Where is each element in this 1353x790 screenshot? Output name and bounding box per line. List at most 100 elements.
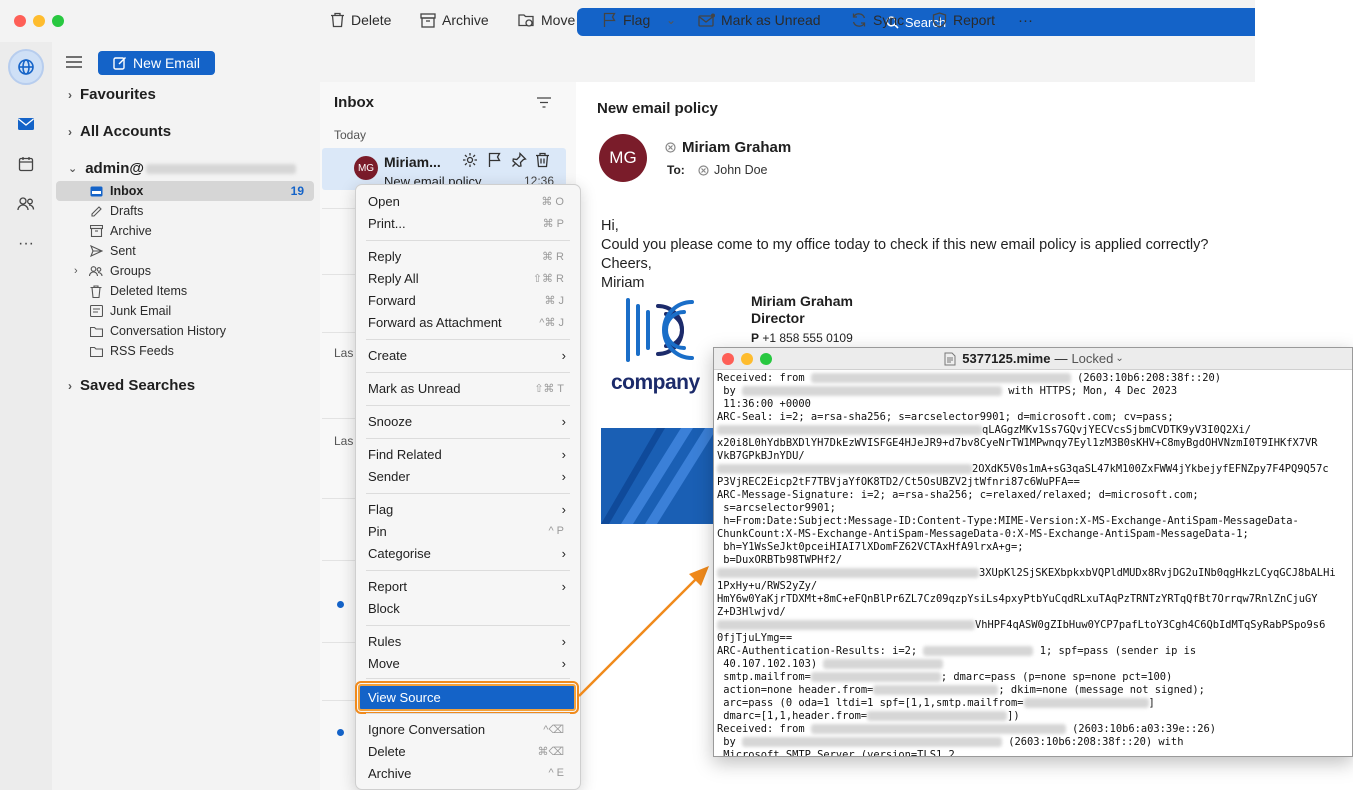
menu-item-view-source[interactable]: View Source <box>355 681 579 714</box>
shield-icon <box>932 12 947 28</box>
unread-dot <box>337 601 344 608</box>
menu-label: View Source <box>368 690 441 705</box>
menu-item-create[interactable]: Create › <box>368 345 568 365</box>
trash-icon[interactable] <box>535 152 550 171</box>
menu-item-rules[interactable]: Rules › <box>368 631 568 651</box>
more-apps-icon[interactable]: ··· <box>8 226 44 262</box>
folder-conversation-history[interactable]: Conversation History <box>56 321 314 341</box>
globe-icon[interactable] <box>8 49 44 85</box>
saved-searches-section[interactable]: › Saved Searches <box>68 377 195 394</box>
move-button[interactable]: Move <box>518 10 575 30</box>
trash-icon <box>331 12 344 28</box>
all-accounts-section[interactable]: › All Accounts <box>68 123 171 140</box>
redacted <box>867 711 1008 721</box>
close-window-button[interactable] <box>722 353 734 365</box>
sync-icon <box>852 13 866 27</box>
minimize-window-button[interactable] <box>33 15 45 27</box>
flag-dropdown-chevron-icon[interactable]: ⌄ <box>666 10 676 30</box>
folder-drafts[interactable]: Drafts <box>56 201 314 221</box>
settings-gear-icon[interactable] <box>462 152 478 171</box>
menu-item-find-related[interactable]: Find Related › <box>368 444 568 464</box>
menu-item-delete[interactable]: Delete ⌘⌫ <box>368 741 568 761</box>
source-line: ; dkim=none (message not signed); <box>998 684 1205 696</box>
contact-status-icon <box>665 142 676 153</box>
menu-separator <box>366 678 570 679</box>
delete-button[interactable]: Delete <box>330 10 391 30</box>
menu-label: Mark as Unread <box>368 380 461 396</box>
menu-item-reply-all[interactable]: Reply All ⇧⌘ R <box>368 268 568 288</box>
folder-label: Deleted Items <box>110 284 188 298</box>
recipient[interactable]: John Doe <box>698 163 768 177</box>
favourites-section[interactable]: › Favourites <box>68 86 156 103</box>
menu-item-mark-as-unread[interactable]: Mark as Unread ⇧⌘ T <box>368 378 568 398</box>
menu-label: Rules <box>368 633 402 649</box>
shortcut: ⌘ J <box>544 294 564 307</box>
menu-separator <box>366 372 570 373</box>
menu-item-move[interactable]: Move › <box>368 653 568 673</box>
source-line: 1PxHy+u/RWS2yZy/ <box>717 580 818 592</box>
source-line: s=arcselector9901; <box>717 502 836 514</box>
menu-label: Ignore Conversation <box>368 721 486 737</box>
people-icon[interactable] <box>8 186 44 222</box>
menu-item-open[interactable]: Open ⌘ O <box>368 191 568 211</box>
menu-label: Report <box>368 578 408 594</box>
menu-item-sender[interactable]: Sender › <box>368 466 568 486</box>
pin-icon[interactable] <box>511 152 527 171</box>
source-line: by <box>717 736 743 748</box>
menu-item-reply[interactable]: Reply ⌘ R <box>368 246 568 266</box>
annotation-arrow <box>578 566 709 697</box>
redacted <box>810 672 941 682</box>
close-window-button[interactable] <box>14 15 26 27</box>
mail-icon[interactable] <box>8 106 44 142</box>
folder-groups[interactable]: › Groups <box>56 261 314 281</box>
zoom-window-button[interactable] <box>52 15 64 27</box>
menu-item-report[interactable]: Report › <box>368 576 568 596</box>
folder-deleted-items[interactable]: Deleted Items <box>56 281 314 301</box>
menu-item-forward-as-attachment[interactable]: Forward as Attachment ^⌘ J <box>368 312 568 332</box>
calendar-icon[interactable] <box>8 146 44 182</box>
archive-button[interactable]: Archive <box>420 10 489 30</box>
folder-sent[interactable]: Sent <box>56 241 314 261</box>
chevron-down-icon[interactable]: ⌄ <box>1115 353 1123 364</box>
folder-inbox[interactable]: Inbox 19 <box>56 181 314 201</box>
flag-button[interactable]: Flag <box>603 10 650 30</box>
zoom-window-button[interactable] <box>760 353 772 365</box>
folder-junk-email[interactable]: Junk Email <box>56 301 314 321</box>
menu-item-archive[interactable]: Archive ^ E <box>368 763 568 783</box>
shortcut: ⇧⌘ R <box>532 272 564 285</box>
flag-icon[interactable] <box>488 152 502 171</box>
source-line: Microsoft SMTP Server (version=TLS1_2, <box>717 749 961 757</box>
report-button[interactable]: Report <box>932 10 995 30</box>
menu-item-ignore-conversation[interactable]: Ignore Conversation ^⌫ <box>368 719 568 739</box>
source-line: ARC-Message-Signature: i=2; a=rsa-sha256… <box>717 489 1199 501</box>
menu-item-flag[interactable]: Flag › <box>368 499 568 519</box>
locked-status[interactable]: Locked <box>1071 351 1113 366</box>
filter-icon[interactable] <box>537 96 551 111</box>
source-line: VhHPF4qASW0gZIbHuw0YCP7pafLtoY3Cgh4C6QbI… <box>975 619 1326 631</box>
menu-item-block[interactable]: Block <box>368 598 568 618</box>
mark-unread-button[interactable]: Mark as Unread <box>698 10 821 30</box>
source-line: b=DuxORBTb98TWPHf2/ <box>717 554 843 566</box>
more-actions-button[interactable]: ··· <box>1018 10 1033 30</box>
source-line: qLAGgzMKv1Ss7GQvjYECVcsSjbmCVDTK9yV3I0Q2… <box>982 424 1251 436</box>
source-text[interactable]: Received: from (2603:10b6:208:38f::20) b… <box>717 372 1352 757</box>
menu-item-snooze[interactable]: Snooze › <box>368 411 568 431</box>
folder-rss-feeds[interactable]: RSS Feeds <box>56 341 314 361</box>
hamburger-icon[interactable] <box>66 56 82 71</box>
minimize-window-button[interactable] <box>741 353 753 365</box>
menu-item-print[interactable]: Print... ⌘ P <box>368 213 568 233</box>
source-line: action=none header.from= <box>717 684 874 696</box>
search-bar[interactable]: Search <box>577 8 1255 36</box>
sender-row[interactable]: Miriam Graham <box>665 139 791 156</box>
new-email-button[interactable]: New Email <box>98 51 215 75</box>
favourites-label: Favourites <box>80 86 156 103</box>
menu-separator <box>366 405 570 406</box>
sync-button[interactable]: Sync <box>851 10 904 30</box>
source-line: h=From:Date:Subject:Message-ID:Content-T… <box>717 515 1299 527</box>
account-section[interactable]: ⌄ admin@ <box>68 160 297 177</box>
menu-item-categorise[interactable]: Categorise › <box>368 543 568 563</box>
menu-item-forward[interactable]: Forward ⌘ J <box>368 290 568 310</box>
folder-label: Conversation History <box>110 324 227 338</box>
folder-archive[interactable]: Archive <box>56 221 314 241</box>
menu-item-pin[interactable]: Pin ^ P <box>368 521 568 541</box>
